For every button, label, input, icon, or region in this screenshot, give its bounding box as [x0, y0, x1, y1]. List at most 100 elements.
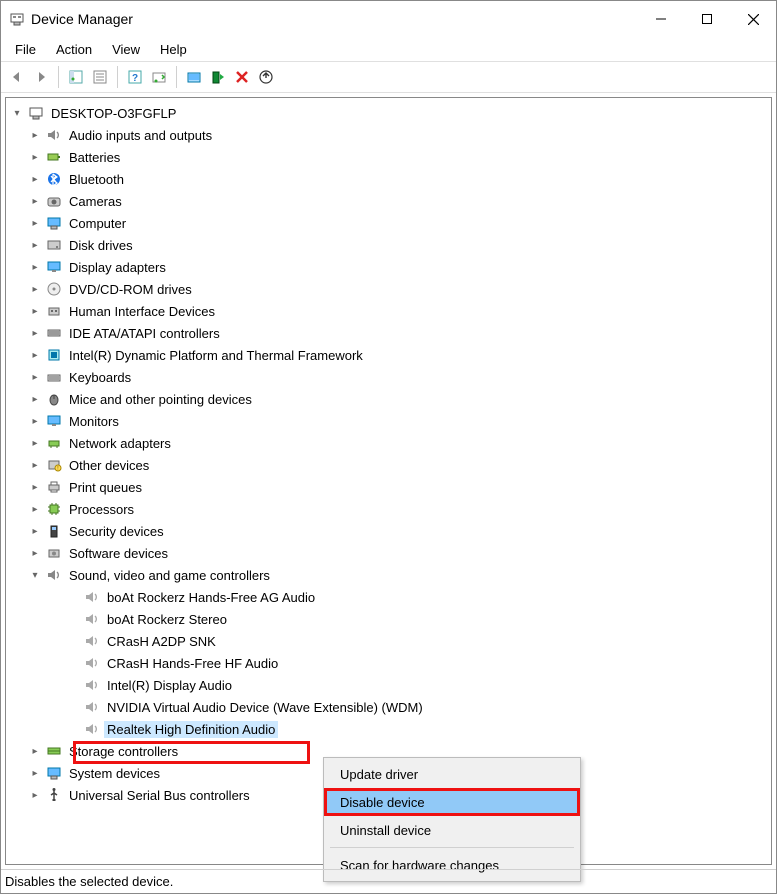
chevron-right-icon[interactable]: ▸: [28, 304, 42, 318]
tree-category-network-adapters[interactable]: ▸Network adapters: [6, 432, 771, 454]
chevron-right-icon[interactable]: ▸: [28, 326, 42, 340]
chevron-right-icon[interactable]: ▸: [28, 216, 42, 230]
minimize-button[interactable]: [638, 1, 684, 37]
spacer: [66, 656, 80, 670]
speaker-icon: [83, 654, 101, 672]
menu-view[interactable]: View: [102, 40, 150, 59]
tree-root[interactable]: ▾ DESKTOP-O3FGFLP: [6, 102, 771, 124]
chevron-right-icon[interactable]: ▸: [28, 260, 42, 274]
tree-device-crash-hands-free-hf-audio[interactable]: CRasH Hands-Free HF Audio: [6, 652, 771, 674]
chevron-right-icon[interactable]: ▸: [28, 524, 42, 538]
speaker-icon: [83, 720, 101, 738]
tree-category-human-interface-devices[interactable]: ▸Human Interface Devices: [6, 300, 771, 322]
toolbar: ?: [1, 61, 776, 93]
tree-category-print-queues[interactable]: ▸Print queues: [6, 476, 771, 498]
tree-device-realtek-high-definition-audio[interactable]: Realtek High Definition Audio: [6, 718, 771, 740]
cm-disable-device[interactable]: Disable device: [326, 788, 578, 816]
disable-device-button[interactable]: [230, 65, 254, 89]
menu-action[interactable]: Action: [46, 40, 102, 59]
tree-category-other-devices[interactable]: ▸!Other devices: [6, 454, 771, 476]
enable-device-button[interactable]: [206, 65, 230, 89]
cm-uninstall-device[interactable]: Uninstall device: [326, 816, 578, 844]
properties-button[interactable]: [88, 65, 112, 89]
chevron-right-icon[interactable]: ▸: [28, 480, 42, 494]
back-button[interactable]: [5, 65, 29, 89]
tree-device-boat-rockerz-stereo[interactable]: boAt Rockerz Stereo: [6, 608, 771, 630]
statusbar: Disables the selected device.: [1, 869, 776, 893]
chevron-right-icon[interactable]: ▸: [28, 150, 42, 164]
uninstall-device-button[interactable]: [254, 65, 278, 89]
close-button[interactable]: [730, 1, 776, 37]
chevron-right-icon[interactable]: ▸: [28, 128, 42, 142]
tree-device-label: Intel(R) Display Audio: [104, 677, 235, 694]
tree-category-software-devices[interactable]: ▸Software devices: [6, 542, 771, 564]
device-tree[interactable]: ▾ DESKTOP-O3FGFLP ▸Audio inputs and outp…: [5, 97, 772, 865]
tree-category-security-devices[interactable]: ▸ Security devices: [6, 520, 771, 542]
chevron-right-icon[interactable]: ▸: [28, 282, 42, 296]
tree-category-display-adapters[interactable]: ▸ Display adapters: [6, 256, 771, 278]
tree-category-monitors[interactable]: ▸Monitors: [6, 410, 771, 432]
tree-category-cameras[interactable]: ▸Cameras: [6, 190, 771, 212]
speaker-icon: [83, 676, 101, 694]
tree-category-bluetooth[interactable]: ▸ Bluetooth: [6, 168, 771, 190]
menu-file[interactable]: File: [5, 40, 46, 59]
tree-category-label: Intel(R) Dynamic Platform and Thermal Fr…: [66, 347, 366, 364]
tree-category-dvd-cd-rom-drives[interactable]: ▸DVD/CD-ROM drives: [6, 278, 771, 300]
chevron-right-icon[interactable]: ▸: [28, 436, 42, 450]
tree-device-boat-rockerz-hands-free-ag-audio[interactable]: boAt Rockerz Hands-Free AG Audio: [6, 586, 771, 608]
tree-category-batteries[interactable]: ▸Batteries: [6, 146, 771, 168]
tree-category-disk-drives[interactable]: ▸Disk drives: [6, 234, 771, 256]
chevron-right-icon[interactable]: ▸: [28, 194, 42, 208]
tree-category-label: Security devices: [66, 523, 167, 540]
cm-update-driver[interactable]: Update driver: [326, 760, 578, 788]
chevron-right-icon[interactable]: ▸: [28, 414, 42, 428]
forward-button[interactable]: [29, 65, 53, 89]
speaker-icon: [83, 588, 101, 606]
tree-category-intel-r-dynamic-platform-and-thermal-fra[interactable]: ▸ Intel(R) Dynamic Platform and Thermal F…: [6, 344, 771, 366]
chevron-down-icon[interactable]: ▾: [10, 106, 24, 120]
chevron-right-icon[interactable]: ▸: [28, 370, 42, 384]
tree-device-label: boAt Rockerz Hands-Free AG Audio: [104, 589, 318, 606]
speaker-icon: [83, 610, 101, 628]
chevron-right-icon[interactable]: ▸: [28, 392, 42, 406]
tree-category-processors[interactable]: ▸Processors: [6, 498, 771, 520]
tree-device-crash-a2dp-snk[interactable]: CRasH A2DP SNK: [6, 630, 771, 652]
cameras-icon: [45, 192, 63, 210]
spacer: [66, 722, 80, 736]
chevron-right-icon[interactable]: ▸: [28, 744, 42, 758]
tree-device-nvidia-virtual-audio-device-wave-extensi[interactable]: NVIDIA Virtual Audio Device (Wave Extens…: [6, 696, 771, 718]
tree-category-ide-ata-atapi-controllers[interactable]: ▸IDE ATA/ATAPI controllers: [6, 322, 771, 344]
storage-controllers-icon: [45, 742, 63, 760]
tree-category-label: Display adapters: [66, 259, 169, 276]
chevron-right-icon[interactable]: ▸: [28, 172, 42, 186]
tree-category-label: Bluetooth: [66, 171, 127, 188]
tree-device-intel-r-display-audio[interactable]: Intel(R) Display Audio: [6, 674, 771, 696]
tree-category-sound-video-and-game-controllers[interactable]: ▾Sound, video and game controllers: [6, 564, 771, 586]
chevron-right-icon[interactable]: ▸: [28, 458, 42, 472]
titlebar: Device Manager: [1, 1, 776, 37]
show-hide-console-button[interactable]: [64, 65, 88, 89]
status-text: Disables the selected device.: [5, 874, 173, 889]
help-button[interactable]: ?: [123, 65, 147, 89]
chevron-right-icon[interactable]: ▸: [28, 546, 42, 560]
tree-category-mice-and-other-pointing-devices[interactable]: ▸Mice and other pointing devices: [6, 388, 771, 410]
human-interface-devices-icon: [45, 302, 63, 320]
tree-category-label: Storage controllers: [66, 743, 181, 760]
menu-help[interactable]: Help: [150, 40, 197, 59]
mice-and-other-pointing-devices-icon: [45, 390, 63, 408]
maximize-button[interactable]: [684, 1, 730, 37]
tree-category-audio-inputs-and-outputs[interactable]: ▸Audio inputs and outputs: [6, 124, 771, 146]
tree-category-keyboards[interactable]: ▸Keyboards: [6, 366, 771, 388]
update-driver-button[interactable]: [182, 65, 206, 89]
chevron-right-icon[interactable]: ▸: [28, 766, 42, 780]
chevron-right-icon[interactable]: ▸: [28, 238, 42, 252]
chevron-right-icon[interactable]: ▸: [28, 348, 42, 362]
scan-hardware-button[interactable]: [147, 65, 171, 89]
chevron-right-icon[interactable]: ▸: [28, 788, 42, 802]
chevron-down-icon[interactable]: ▾: [28, 568, 42, 582]
window-controls: [638, 1, 776, 37]
speaker-icon: [83, 632, 101, 650]
spacer: [66, 700, 80, 714]
tree-category-computer[interactable]: ▸Computer: [6, 212, 771, 234]
chevron-right-icon[interactable]: ▸: [28, 502, 42, 516]
